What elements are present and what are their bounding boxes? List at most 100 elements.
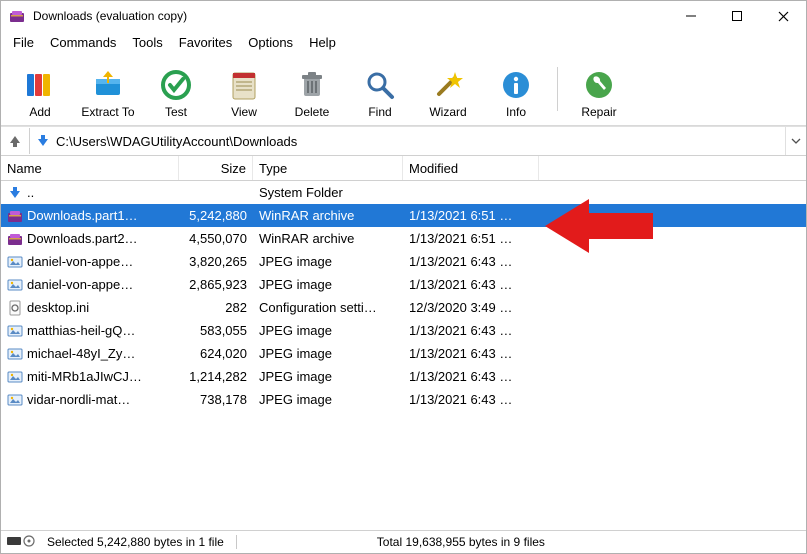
- file-name: miti-MRb1aJIwCJ…: [27, 369, 142, 384]
- file-type: JPEG image: [253, 254, 403, 269]
- menu-favorites[interactable]: Favorites: [171, 33, 240, 52]
- menu-file[interactable]: File: [5, 33, 42, 52]
- file-row[interactable]: michael-48yI_Zy…624,020JPEG image1/13/20…: [1, 342, 806, 365]
- toolbar-label: Delete: [295, 105, 330, 119]
- file-modified: 1/13/2021 6:51 …: [403, 208, 539, 223]
- file-icon: [7, 346, 23, 362]
- test-button[interactable]: Test: [143, 59, 209, 119]
- maximize-button[interactable]: [714, 1, 760, 31]
- status-total: Total 19,638,955 bytes in 9 files: [373, 535, 549, 549]
- file-size: 624,020: [179, 346, 253, 361]
- col-name[interactable]: Name: [1, 156, 179, 180]
- pathbar: C:\Users\WDAGUtilityAccount\Downloads: [1, 126, 806, 156]
- file-type: JPEG image: [253, 392, 403, 407]
- toolbar-label: View: [231, 105, 257, 119]
- file-row[interactable]: daniel-von-appe… 3,820,265JPEG image1/13/…: [1, 250, 806, 273]
- close-button[interactable]: [760, 1, 806, 31]
- menu-tools[interactable]: Tools: [124, 33, 170, 52]
- file-row[interactable]: desktop.ini 282Configuration setti…12/3/2…: [1, 296, 806, 319]
- file-icon: [7, 254, 23, 270]
- file-modified: 1/13/2021 6:43 …: [403, 254, 539, 269]
- view-icon: [226, 67, 262, 103]
- file-row[interactable]: daniel-von-appe… 2,865,923JPEG image1/13/…: [1, 273, 806, 296]
- file-size: 4,550,070: [179, 231, 253, 246]
- minimize-button[interactable]: [668, 1, 714, 31]
- col-label: Name: [7, 161, 42, 176]
- repair-button[interactable]: Repair: [566, 59, 632, 119]
- file-modified: 1/13/2021 6:43 …: [403, 369, 539, 384]
- path-text: C:\Users\WDAGUtilityAccount\Downloads: [56, 134, 297, 149]
- toolbar-label: Info: [506, 105, 526, 119]
- file-size: 282: [179, 300, 253, 315]
- wizard-button[interactable]: Wizard: [415, 59, 481, 119]
- file-type: WinRAR archive: [253, 231, 403, 246]
- path-dropdown-button[interactable]: [785, 127, 806, 155]
- file-size: 2,865,923: [179, 277, 253, 292]
- file-name: vidar-nordli-mat…: [27, 392, 130, 407]
- file-name: daniel-von-appe…: [27, 254, 133, 269]
- col-modified[interactable]: Modified: [403, 156, 539, 180]
- info-button[interactable]: Info: [483, 59, 549, 119]
- toolbar-label: Test: [165, 105, 187, 119]
- file-row[interactable]: Downloads.part1…5,242,880WinRAR archive1…: [1, 204, 806, 227]
- disk-icon: [7, 534, 35, 551]
- file-icon: [7, 323, 23, 339]
- file-row[interactable]: Downloads.part2…4,550,070WinRAR archive1…: [1, 227, 806, 250]
- col-type[interactable]: Type: [253, 156, 403, 180]
- file-type: JPEG image: [253, 323, 403, 338]
- file-type: JPEG image: [253, 346, 403, 361]
- file-icon: [7, 300, 23, 316]
- status-separator: [236, 535, 237, 549]
- toolbar-label: Add: [29, 105, 50, 119]
- file-name: ..: [27, 185, 34, 200]
- test-icon: [158, 67, 194, 103]
- arrow-up-icon: [8, 134, 22, 148]
- winrar-window: Downloads (evaluation copy) File Command…: [0, 0, 807, 554]
- col-label: Modified: [409, 161, 458, 176]
- file-name: Downloads.part2…: [27, 231, 138, 246]
- chevron-down-icon: [791, 136, 801, 146]
- find-icon: [362, 67, 398, 103]
- file-icon: [7, 231, 23, 247]
- file-name: daniel-von-appe…: [27, 277, 133, 292]
- file-name: michael-48yI_Zy…: [27, 346, 135, 361]
- file-size: 738,178: [179, 392, 253, 407]
- add-button[interactable]: Add: [7, 59, 73, 119]
- toolbar-separator: [557, 67, 558, 111]
- up-button[interactable]: [1, 128, 30, 154]
- extract-icon: [90, 67, 126, 103]
- file-type: JPEG image: [253, 277, 403, 292]
- extract-to-button[interactable]: Extract To: [75, 59, 141, 119]
- path-box[interactable]: C:\Users\WDAGUtilityAccount\Downloads: [30, 127, 785, 155]
- file-type: WinRAR archive: [253, 208, 403, 223]
- repair-icon: [581, 67, 617, 103]
- toolbar-label: Find: [368, 105, 391, 119]
- file-row[interactable]: vidar-nordli-mat…738,178JPEG image1/13/2…: [1, 388, 806, 411]
- file-size: 3,820,265: [179, 254, 253, 269]
- file-modified: 12/3/2020 3:49 …: [403, 300, 539, 315]
- arrow-down-blue-icon: [36, 134, 50, 148]
- view-button[interactable]: View: [211, 59, 277, 119]
- file-size: 583,055: [179, 323, 253, 338]
- file-name: desktop.ini: [27, 300, 89, 315]
- file-type: System Folder: [253, 185, 403, 200]
- status-selected: Selected 5,242,880 bytes in 1 file: [43, 535, 228, 549]
- delete-button[interactable]: Delete: [279, 59, 345, 119]
- file-row[interactable]: miti-MRb1aJIwCJ…1,214,282JPEG image1/13/…: [1, 365, 806, 388]
- file-icon: [7, 392, 23, 408]
- toolbar-label: Extract To: [81, 105, 134, 119]
- file-type: JPEG image: [253, 369, 403, 384]
- column-headers: Name Size Type Modified: [1, 156, 806, 181]
- file-type: Configuration setti…: [253, 300, 403, 315]
- file-row[interactable]: .. System Folder: [1, 181, 806, 204]
- menu-help[interactable]: Help: [301, 33, 344, 52]
- find-button[interactable]: Find: [347, 59, 413, 119]
- file-list[interactable]: .. System Folder Downloads.part1…5,242,880…: [1, 181, 806, 530]
- file-modified: 1/13/2021 6:43 …: [403, 277, 539, 292]
- menu-options[interactable]: Options: [240, 33, 301, 52]
- trash-icon: [294, 67, 330, 103]
- col-size[interactable]: Size: [179, 156, 253, 180]
- menu-commands[interactable]: Commands: [42, 33, 124, 52]
- file-icon: [7, 185, 23, 201]
- file-row[interactable]: matthias-heil-gQ…583,055JPEG image1/13/2…: [1, 319, 806, 342]
